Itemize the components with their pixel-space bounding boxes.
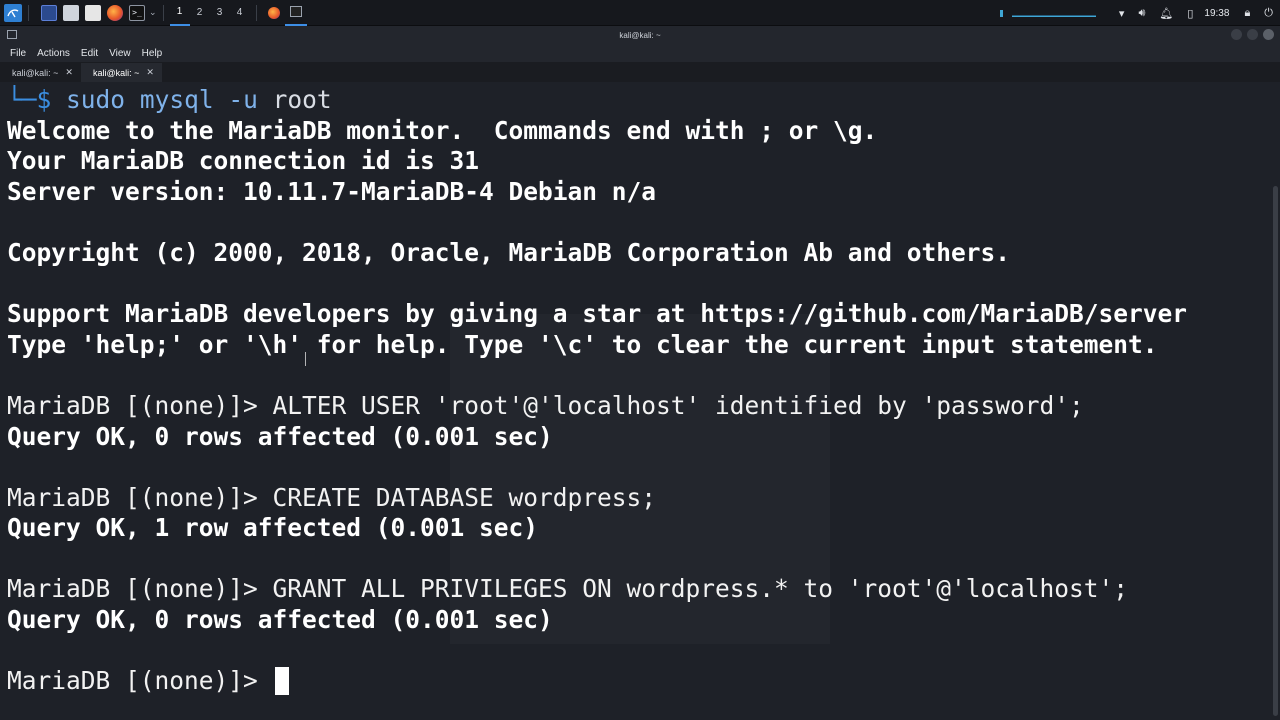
query-result-line: Query OK, 0 rows affected (0.001 sec) [7,422,553,451]
window-icon[interactable] [7,30,17,39]
workspace-2[interactable]: 2 [190,0,210,26]
mariadb-prompt: MariaDB [(none)]> [7,666,273,695]
battery-icon[interactable]: ▯ [1187,7,1193,20]
mariadb-prompt: MariaDB [(none)]> [7,483,273,512]
menu-actions[interactable]: Actions [32,48,76,59]
mariadb-prompt: MariaDB [(none)]> [7,391,273,420]
tab-label: kali@kali: ~ [92,67,140,78]
close-icon[interactable]: ✕ [146,67,154,78]
tab-terminal-1[interactable]: kali@kali: ~ ✕ [0,63,81,82]
connection-line: Your MariaDB connection id is 31 [7,146,480,175]
close-icon[interactable]: ✕ [65,67,73,78]
chevron-down-icon[interactable]: ⌄ [149,8,157,18]
panel-separator [162,4,164,21]
terminal-icon[interactable]: >_ [129,4,145,21]
command-mysql: mysql [139,85,214,114]
firefox-icon[interactable] [107,4,123,21]
query-result-line: Query OK, 1 row affected (0.001 sec) [7,513,539,542]
prompt-corner: └─$ [7,85,52,114]
copyright-line: Copyright (c) 2000, 2018, Oracle, MariaD… [7,238,1011,267]
mariadb-prompt: MariaDB [(none)]> [7,574,273,603]
volume-icon[interactable]: 🔊︎ [1138,6,1145,20]
menu-view[interactable]: View [104,48,137,59]
workspace-1[interactable]: 1 [169,0,190,26]
sql-command: ALTER USER 'root'@'localhost' identified… [272,391,1084,420]
show-desktop-icon[interactable] [41,4,57,21]
current-prompt-line[interactable]: MariaDB [(none)]> [7,666,289,696]
panel-separator [28,4,29,21]
server-version-line: Server version: 10.11.7-MariaDB-4 Debian… [7,177,657,206]
minimize-button[interactable] [1231,29,1242,40]
sql-command: CREATE DATABASE wordpress; [272,483,657,512]
terminal-icon [289,6,302,17]
window-titlebar[interactable]: kali@kali: ~ [0,26,1280,44]
top-panel: >_ ⌄ 1 2 3 4 ▾ 🔊︎ 🔔︎ ▯ 19:38 🔒︎ ⏻ [0,0,1280,26]
workspace-4[interactable]: 4 [230,0,250,26]
text-cursor [274,667,289,695]
menu-file[interactable]: File [0,48,32,59]
tab-terminal-2[interactable]: kali@kali: ~ ✕ [80,63,162,82]
sql-command-line: MariaDB [(none)]> ALTER USER 'root'@'loc… [7,391,1084,421]
kali-menu-icon[interactable] [4,3,22,22]
network-icon[interactable]: ▾ [1119,7,1125,20]
tab-bar: kali@kali: ~ ✕ kali@kali: ~ ✕ [0,62,1280,82]
menu-help[interactable]: Help [137,48,169,59]
lock-icon[interactable]: 🔒︎ [1244,6,1250,20]
firefox-icon [267,6,280,19]
welcome-line: Welcome to the MariaDB monitor. Commands… [7,116,878,145]
text-editor-icon[interactable] [85,4,101,21]
file-manager-icon[interactable] [63,4,79,21]
workspace-3[interactable]: 3 [210,0,230,26]
clock[interactable]: 19:38 [1204,8,1229,19]
command-sudo: sudo [66,85,126,114]
menu-bar: File Actions Edit View Help [0,44,1280,62]
system-tray: ▾ 🔊︎ 🔔︎ ▯ 19:38 🔒︎ ⏻ [998,0,1280,26]
command-flag: -u [228,85,258,114]
menu-edit[interactable]: Edit [76,48,104,59]
shell-prompt-line: └─$ sudo mysql -u root [7,85,332,115]
cpu-graph [998,7,1098,19]
taskbar-firefox[interactable] [263,0,285,26]
scrollbar-thumb[interactable] [1273,186,1278,716]
tab-label: kali@kali: ~ [12,67,59,78]
window-title: kali@kali: ~ [619,30,661,40]
help-line: Type 'help;' or '\h' for help. Type '\c'… [7,330,1158,359]
sql-command: GRANT ALL PRIVILEGES ON wordpress.* to '… [272,574,1129,603]
panel-separator [255,4,257,21]
support-line: Support MariaDB developers by giving a s… [7,299,1188,328]
terminal-output[interactable]: └─$ sudo mysql -u root Welcome to the Ma… [0,82,1270,720]
command-arg: root [272,85,332,114]
close-button[interactable] [1263,29,1274,40]
sql-command-line: MariaDB [(none)]> GRANT ALL PRIVILEGES O… [7,574,1128,604]
bell-icon[interactable]: 🔔︎ [1159,7,1173,20]
maximize-button[interactable] [1247,29,1258,40]
power-icon[interactable]: ⏻ [1264,6,1273,20]
query-result-line: Query OK, 0 rows affected (0.001 sec) [7,605,553,634]
mouse-ibeam-cursor [305,352,308,366]
taskbar-terminal[interactable] [284,0,307,26]
sql-command-line: MariaDB [(none)]> CREATE DATABASE wordpr… [7,483,656,513]
